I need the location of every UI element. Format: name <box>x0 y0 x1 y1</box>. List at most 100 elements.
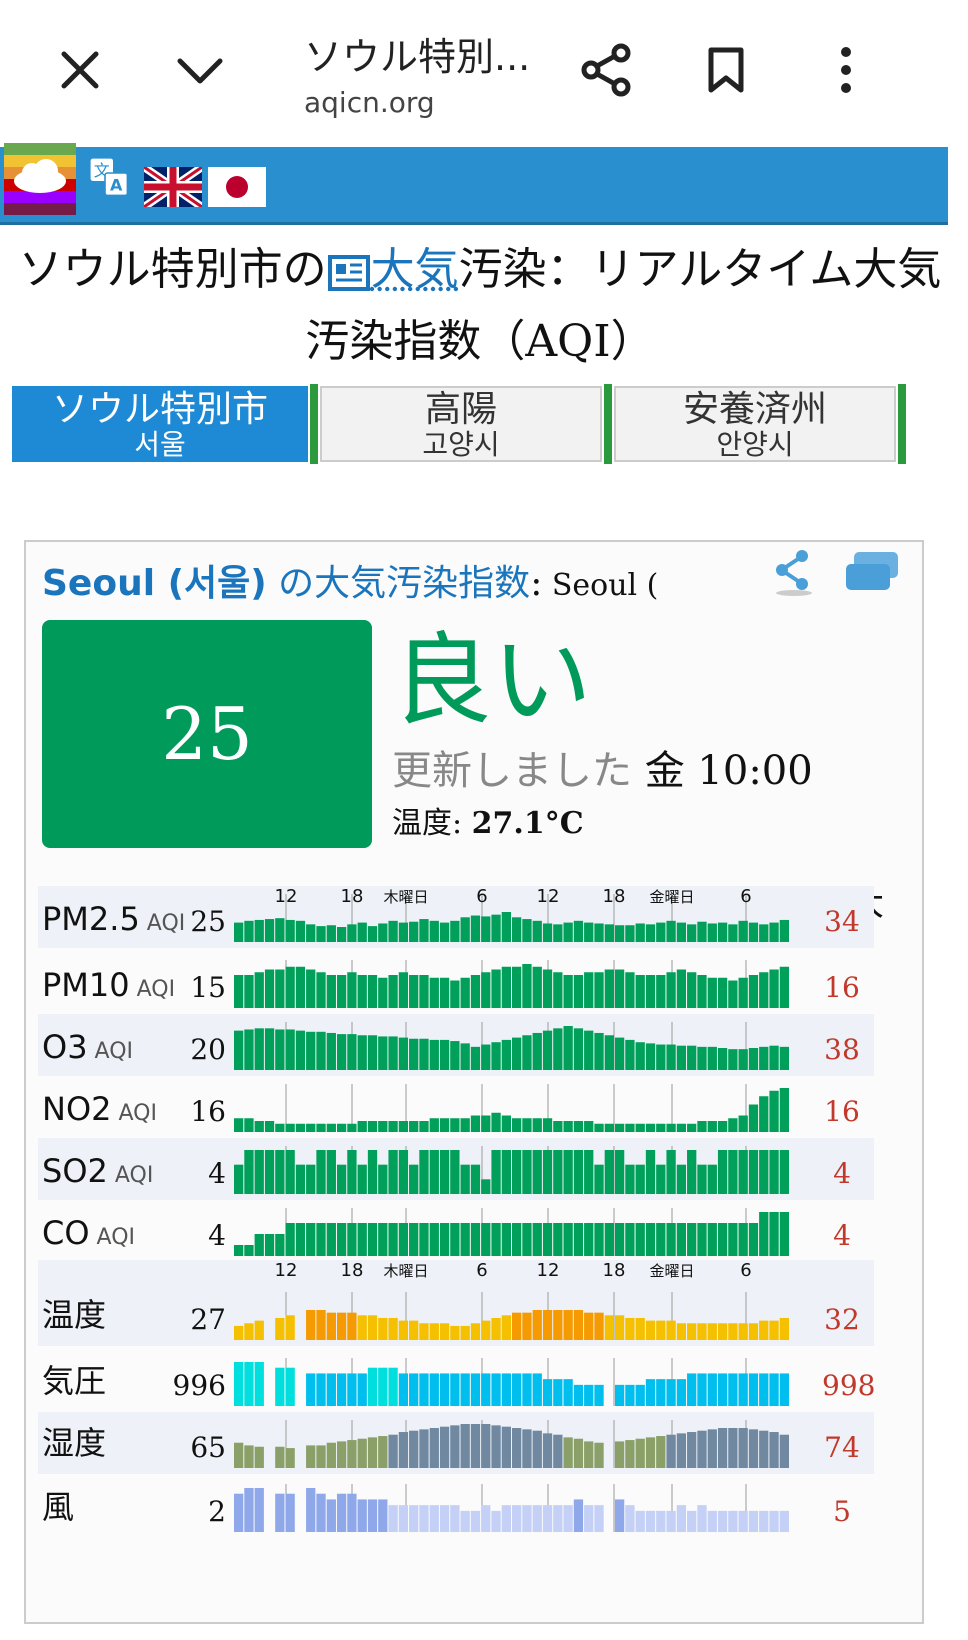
history-bar <box>357 1438 367 1468</box>
history-bar <box>563 1310 573 1340</box>
history-bar <box>254 1150 264 1194</box>
history-bar <box>450 1223 460 1256</box>
history-bar <box>614 1123 625 1132</box>
history-bar <box>717 922 728 942</box>
bookmark-icon[interactable] <box>698 42 754 98</box>
pollutant-row[interactable]: 湿度 65 74 <box>38 1412 874 1474</box>
history-bar <box>512 1118 522 1132</box>
pollutant-row[interactable]: O3 AQI 20 38 <box>38 1014 874 1076</box>
aqi-status: 良い <box>392 622 592 739</box>
history-bar-chart[interactable] <box>234 1200 790 1262</box>
history-bar <box>635 1317 645 1340</box>
card-title[interactable]: Seoul (서울) の大気汚染指数: Seoul ( <box>42 554 682 606</box>
history-bar <box>367 1223 378 1256</box>
history-bar-chart[interactable] <box>234 1476 790 1538</box>
history-bar <box>759 972 769 1008</box>
history-bar <box>295 966 306 1008</box>
history-bar <box>326 1442 336 1468</box>
popout-window-icon[interactable] <box>844 550 900 594</box>
tab-anyang[interactable]: 安養済州 안양시 <box>614 386 896 462</box>
history-bar <box>614 1037 625 1070</box>
chevron-down-icon[interactable] <box>172 42 228 98</box>
pollutant-row[interactable]: CO AQI 4 4 <box>38 1200 874 1262</box>
pollutant-row[interactable]: 気圧 996 998 <box>38 1350 875 1412</box>
history-bar <box>759 1150 769 1194</box>
history-bar <box>367 1367 378 1406</box>
history-bar <box>769 1150 779 1194</box>
history-bar <box>316 1031 326 1070</box>
history-bar <box>326 975 336 1008</box>
history-bar <box>625 1164 635 1194</box>
card-share-icon[interactable] <box>772 548 816 596</box>
history-bar-chart[interactable] <box>234 952 790 1014</box>
pollutant-row[interactable]: 風 2 5 <box>38 1476 874 1538</box>
document-icon[interactable] <box>327 253 371 293</box>
history-bar <box>512 1505 522 1532</box>
history-bar <box>625 1384 635 1406</box>
history-bar-chart[interactable] <box>234 1076 790 1138</box>
time-axis-label: 6 <box>476 886 487 907</box>
time-axis-label: 12 <box>275 886 298 907</box>
history-bar <box>460 977 470 1008</box>
history-bar-chart[interactable] <box>234 1014 790 1076</box>
history-bar <box>275 969 285 1008</box>
pollutant-row[interactable]: PM2.5 AQI 25 12 18 木曜日 6 12 18 金曜日 6 34 <box>38 886 874 948</box>
history-bar <box>779 1150 789 1194</box>
history-bar <box>656 1164 666 1194</box>
history-bar <box>717 1323 728 1340</box>
pollutant-row[interactable]: 温度 27 12 18 木曜日 6 12 18 金曜日 6 32 <box>38 1260 874 1346</box>
history-bar <box>398 1223 409 1256</box>
pollutant-row[interactable]: SO2 AQI 4 4 <box>38 1138 874 1200</box>
history-bar <box>707 1164 717 1194</box>
pollutant-label: O3 <box>42 1028 88 1066</box>
pollutant-row[interactable]: PM10 AQI 15 16 <box>38 952 874 1014</box>
history-bar <box>470 1046 481 1070</box>
uk-flag-icon[interactable] <box>144 167 202 207</box>
history-bar <box>738 1049 748 1070</box>
title-link[interactable]: 大気 <box>371 244 459 295</box>
history-bar <box>676 1123 687 1132</box>
share-icon[interactable] <box>578 42 634 98</box>
history-bar <box>388 1367 398 1406</box>
history-bar <box>532 1118 542 1132</box>
history-bar <box>378 1121 388 1132</box>
japan-flag-icon[interactable] <box>208 167 266 207</box>
aqicn-logo-icon[interactable] <box>4 143 76 215</box>
history-bar <box>532 1430 542 1468</box>
history-bar <box>491 1373 501 1406</box>
history-bar <box>532 1223 542 1256</box>
tab-goyang[interactable]: 高陽 고양시 <box>320 386 602 462</box>
tab-seoul[interactable]: ソウル特別市 서울 <box>12 386 308 462</box>
history-bar <box>625 1440 635 1468</box>
more-options-icon[interactable] <box>818 42 874 98</box>
history-bar <box>378 1164 388 1194</box>
history-bar <box>481 1320 491 1340</box>
translate-icon[interactable]: 文 A <box>84 157 134 197</box>
pollutant-name: NO2 AQI <box>42 1090 157 1128</box>
history-bar <box>656 1044 666 1070</box>
history-bar <box>656 1123 666 1132</box>
tab-title[interactable]: ソウル特別... <box>304 26 530 81</box>
history-bar-chart[interactable]: 12 18 木曜日 6 12 18 金曜日 6 <box>234 1260 790 1346</box>
history-bar <box>460 1373 470 1406</box>
history-bar <box>285 1493 295 1532</box>
history-bar <box>378 977 388 1008</box>
history-bar <box>717 1150 728 1194</box>
close-icon[interactable] <box>52 42 108 98</box>
history-bar <box>254 1028 264 1070</box>
history-bar-chart[interactable] <box>234 1350 790 1412</box>
history-bar <box>676 1505 687 1532</box>
history-bar <box>316 926 326 942</box>
history-bar <box>450 1325 460 1340</box>
history-bar <box>532 1505 542 1532</box>
history-bar <box>501 1505 511 1532</box>
pollutant-row[interactable]: NO2 AQI 16 16 <box>38 1076 874 1138</box>
history-bar <box>285 1123 295 1132</box>
history-bar <box>584 1312 594 1340</box>
history-bar <box>501 1223 511 1256</box>
history-bar-chart[interactable] <box>234 1138 790 1200</box>
history-bar-chart[interactable] <box>234 1412 790 1474</box>
history-bar-chart[interactable]: 12 18 木曜日 6 12 18 金曜日 6 <box>234 886 790 948</box>
history-bar <box>666 920 676 942</box>
history-bar <box>419 975 429 1008</box>
